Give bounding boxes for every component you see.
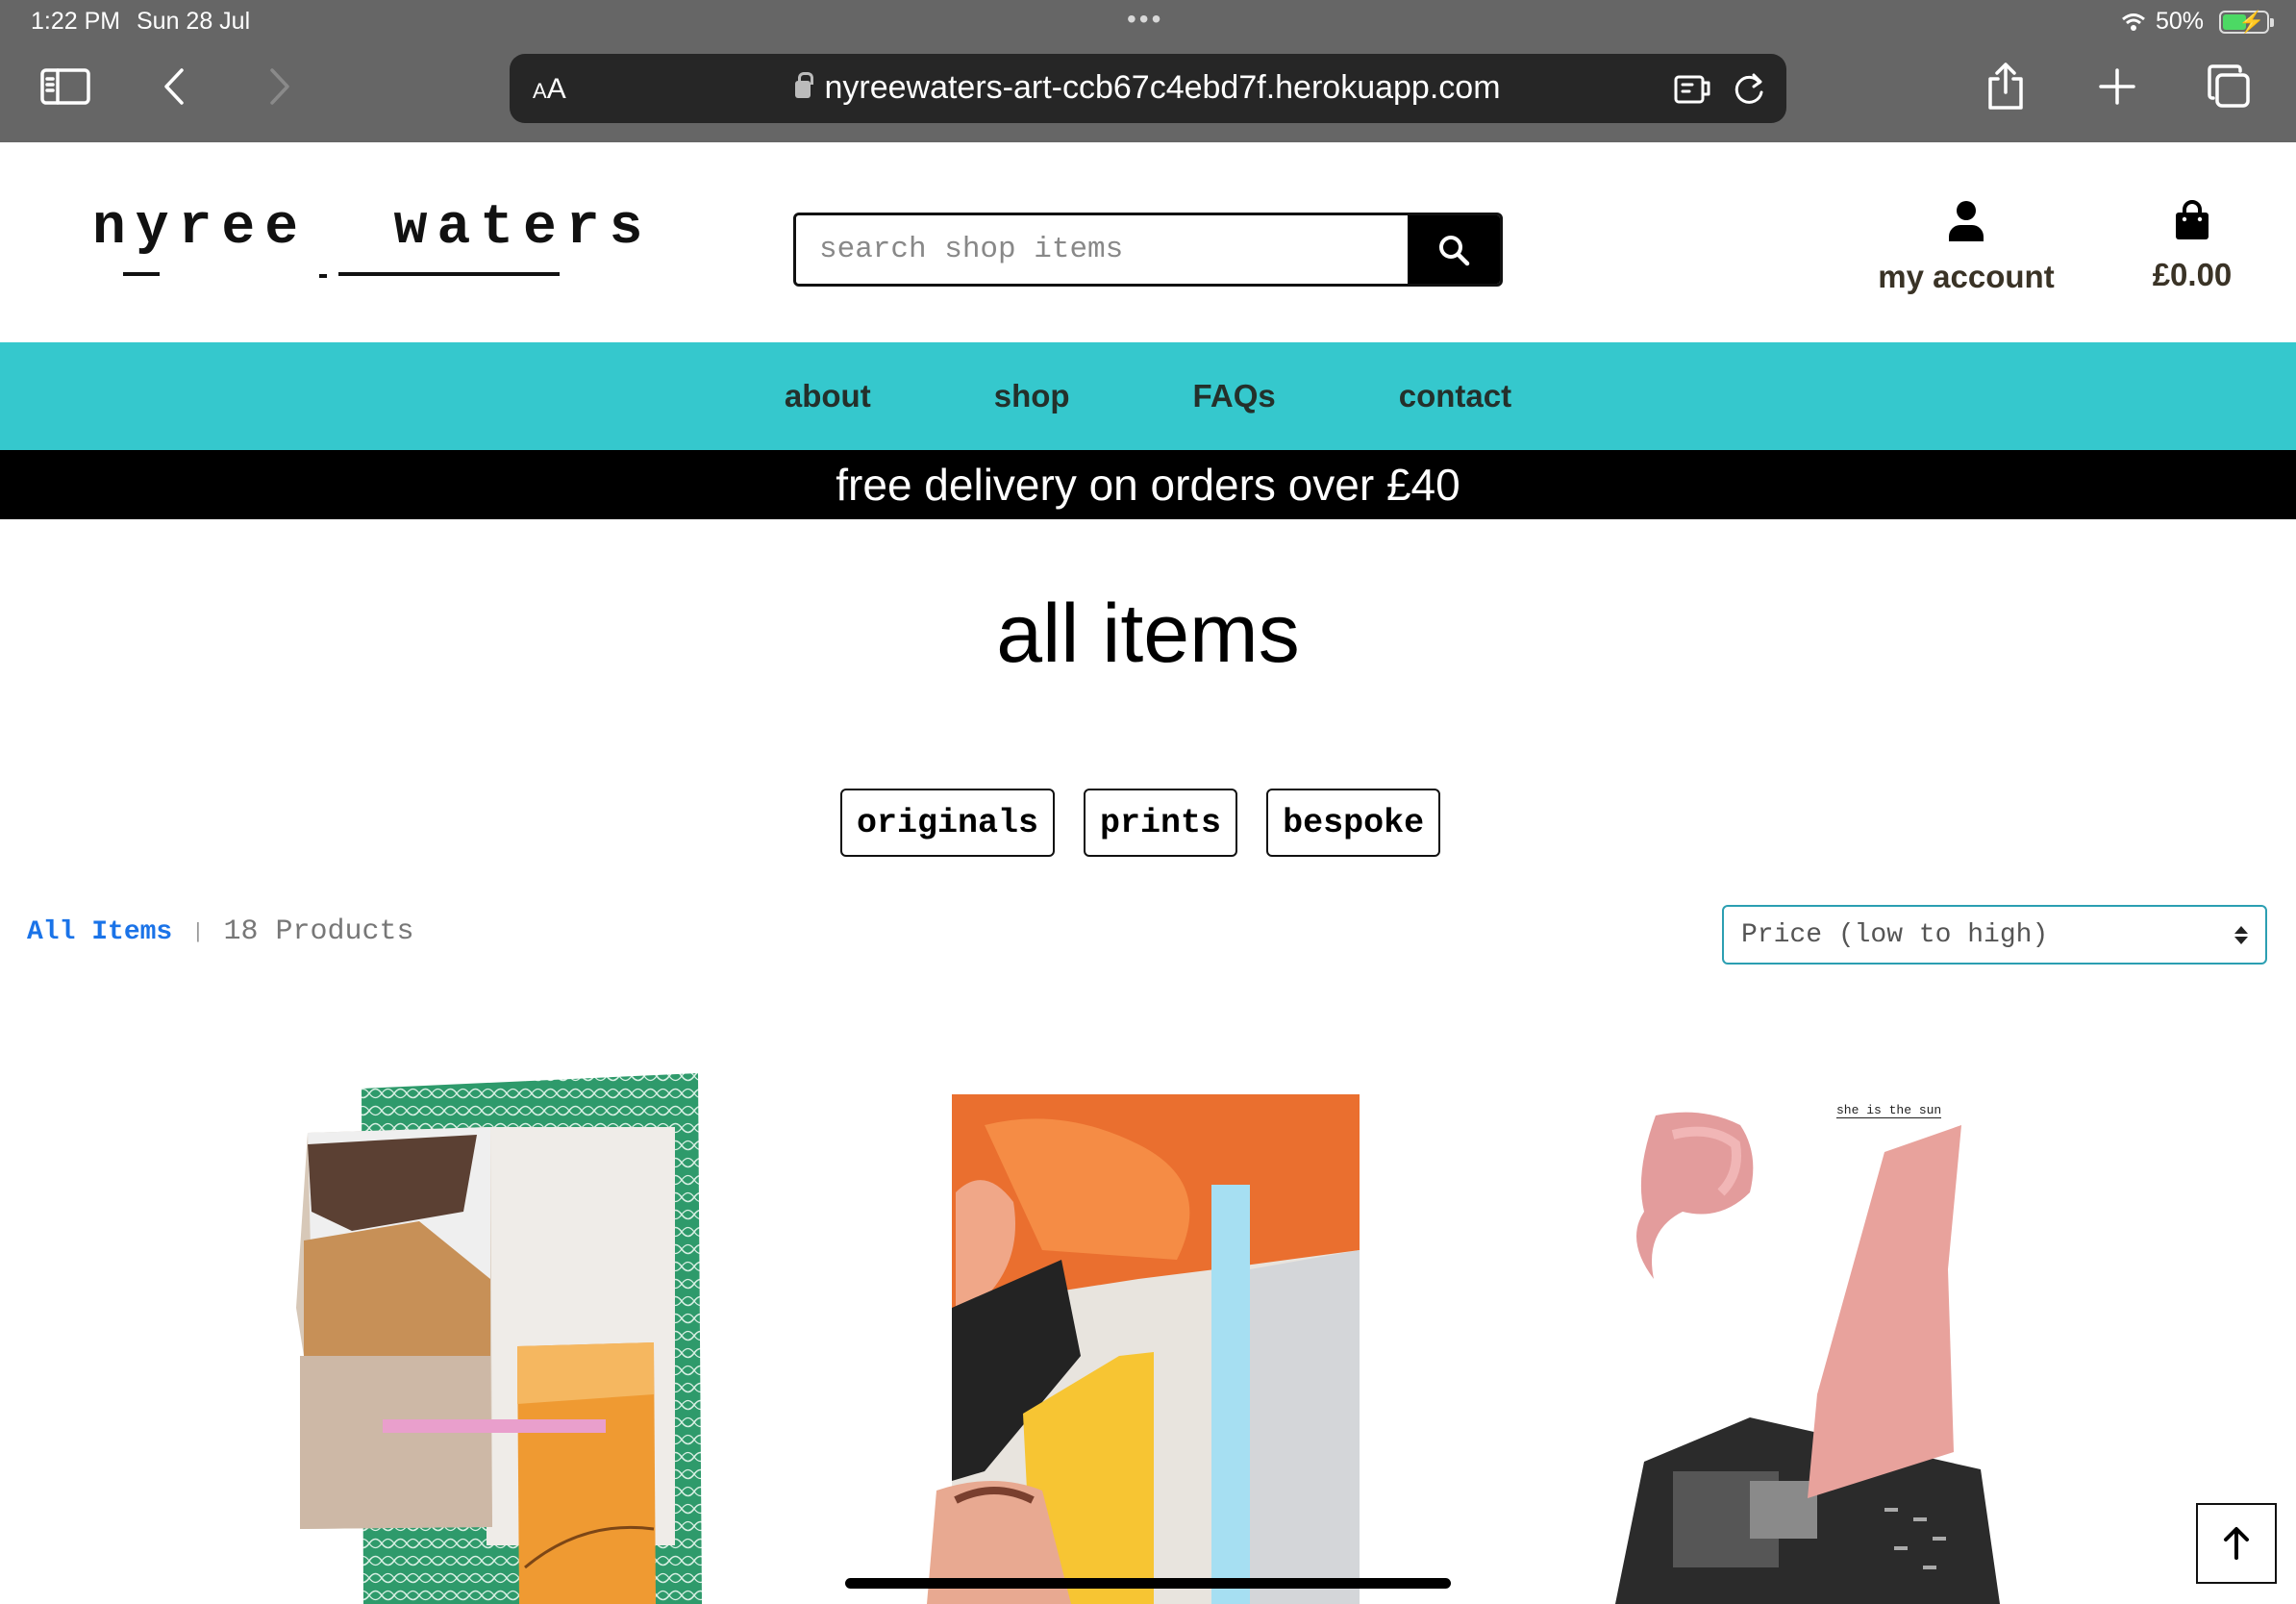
url-text: nyreewaters-art-ccb67c4ebd7f.herokuapp.c…: [824, 69, 1501, 106]
breadcrumb: All Items | 18 Products: [27, 915, 413, 948]
battery-charging-icon: ⚡: [2219, 10, 2274, 34]
logo-underline: [338, 272, 560, 276]
share-icon[interactable]: [1979, 60, 2033, 113]
search-form: [793, 213, 1503, 287]
logo-underline: [319, 274, 327, 278]
wifi-icon: [2122, 13, 2145, 31]
category-prints-button[interactable]: prints: [1084, 789, 1238, 857]
category-buttons: originals prints bespoke: [840, 789, 1441, 857]
extensions-icon[interactable]: [1673, 71, 1713, 111]
user-icon: [1949, 201, 1984, 241]
my-account-label: my account: [1878, 259, 2055, 294]
product-caption: she is the sun: [1836, 1103, 1942, 1118]
category-originals-button[interactable]: originals: [840, 789, 1056, 857]
product-count: 18 Products: [223, 915, 414, 948]
multitasking-dots-icon[interactable]: •••: [1127, 4, 1163, 35]
status-indicators: 50% ⚡: [2121, 8, 2274, 36]
url-field[interactable]: nyreewaters-art-ccb67c4ebd7f.herokuapp.c…: [510, 69, 1786, 107]
product-image-2[interactable]: [927, 1067, 1361, 1604]
tabs-overview-icon[interactable]: [2202, 60, 2256, 113]
forward-icon[interactable]: [252, 60, 306, 113]
nav-faqs[interactable]: FAQs: [1132, 378, 1337, 414]
nav-contact[interactable]: contact: [1337, 378, 1573, 414]
reload-icon[interactable]: [1731, 69, 1767, 113]
search-icon: [1439, 235, 1470, 265]
sidebar-toggle-icon[interactable]: [38, 60, 92, 113]
back-icon[interactable]: [148, 60, 202, 113]
delivery-banner: free delivery on orders over £40: [0, 450, 2296, 519]
breadcrumb-separator: |: [191, 919, 205, 944]
browser-chrome: 1:22 PM Sun 28 Jul ••• 50% ⚡ AA nyreewat…: [0, 0, 2296, 142]
sort-selected-value: Price (low to high): [1741, 919, 2049, 950]
category-bespoke-button[interactable]: bespoke: [1266, 789, 1441, 857]
lock-icon: [795, 72, 814, 98]
site-logo[interactable]: nyree waters: [92, 197, 652, 278]
shopping-bag-link[interactable]: £0.00: [2125, 200, 2259, 293]
shopping-bag-icon: [2176, 200, 2209, 239]
select-arrows-icon: [2234, 925, 2248, 944]
sort-select[interactable]: Price (low to high): [1722, 905, 2267, 965]
home-indicator[interactable]: [845, 1578, 1451, 1589]
nav-shop[interactable]: shop: [933, 378, 1132, 414]
logo-underline: [123, 272, 160, 276]
battery-percent: 50%: [2155, 8, 2204, 35]
main-nav: about shop FAQs contact: [0, 342, 2296, 450]
new-tab-icon[interactable]: [2090, 60, 2144, 113]
bag-total: £0.00: [2152, 257, 2233, 292]
status-date: Sun 28 Jul: [137, 8, 251, 35]
back-to-top-button[interactable]: [2196, 1503, 2277, 1584]
status-time: 1:22 PM: [31, 8, 121, 35]
breadcrumb-all-items[interactable]: All Items: [27, 917, 172, 947]
nav-about[interactable]: about: [723, 378, 933, 414]
product-image-1[interactable]: [294, 1067, 702, 1604]
search-button[interactable]: [1408, 215, 1500, 284]
product-image-3[interactable]: she is the sun: [1606, 1067, 2013, 1604]
my-account-link[interactable]: my account: [1856, 200, 2077, 295]
address-bar[interactable]: AA nyreewaters-art-ccb67c4ebd7f.herokuap…: [510, 54, 1786, 123]
page-title: all items: [996, 588, 1300, 680]
arrow-up-icon: [2224, 1527, 2249, 1560]
search-input[interactable]: [796, 215, 1408, 284]
